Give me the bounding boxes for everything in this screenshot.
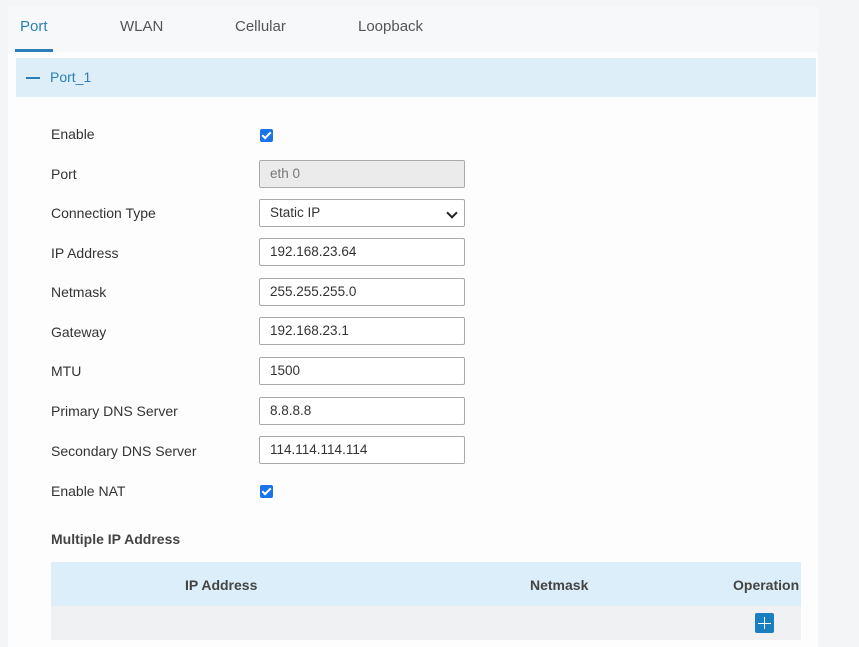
enable-checkbox[interactable] [260,129,273,142]
netmask-label: Netmask [51,284,107,300]
tab-cellular[interactable]: Cellular [235,18,286,35]
column-netmask: Netmask [530,577,589,593]
tab-port[interactable]: Port [20,18,48,35]
section-title: Port_1 [50,69,92,85]
tab-bar: Port WLAN Cellular Loopback [8,6,818,52]
settings-panel: Port WLAN Cellular Loopback Port_1 Enabl… [8,6,818,647]
secondary-dns-label: Secondary DNS Server [51,443,197,459]
connection-type-select[interactable]: Static IP [259,199,465,227]
enable-nat-checkbox[interactable] [260,485,273,498]
mtu-label: MTU [51,363,82,379]
column-operation: Operation [733,577,800,593]
netmask-input[interactable]: 255.255.255.0 [259,278,465,306]
add-ip-button[interactable] [755,613,774,633]
port-field: eth 0 [259,160,465,188]
ip-address-input[interactable]: 192.168.23.64 [259,238,465,266]
multiple-ip-table-header: IP Address Netmask Operation [51,562,801,606]
port-1-section-header[interactable]: Port_1 [16,58,816,97]
chevron-down-icon [446,207,458,219]
multiple-ip-title: Multiple IP Address [51,531,181,547]
enable-nat-label: Enable NAT [51,483,126,499]
tab-loopback[interactable]: Loopback [358,18,423,35]
active-tab-indicator [15,49,53,52]
tab-wlan[interactable]: WLAN [120,18,163,35]
secondary-dns-input[interactable]: 114.114.114.114 [259,436,465,464]
gateway-label: Gateway [51,324,107,340]
collapse-icon[interactable] [26,77,40,79]
primary-dns-input[interactable]: 8.8.8.8 [259,397,465,425]
connection-type-value: Static IP [270,205,321,220]
port-label: Port [51,166,77,182]
primary-dns-label: Primary DNS Server [51,403,178,419]
gateway-input[interactable]: 192.168.23.1 [259,317,465,345]
column-ip-address: IP Address [185,577,258,593]
connection-type-label: Connection Type [51,205,156,221]
ip-address-label: IP Address [51,245,119,261]
mtu-input[interactable]: 1500 [259,357,465,385]
enable-label: Enable [51,126,95,142]
table-row [51,606,801,640]
